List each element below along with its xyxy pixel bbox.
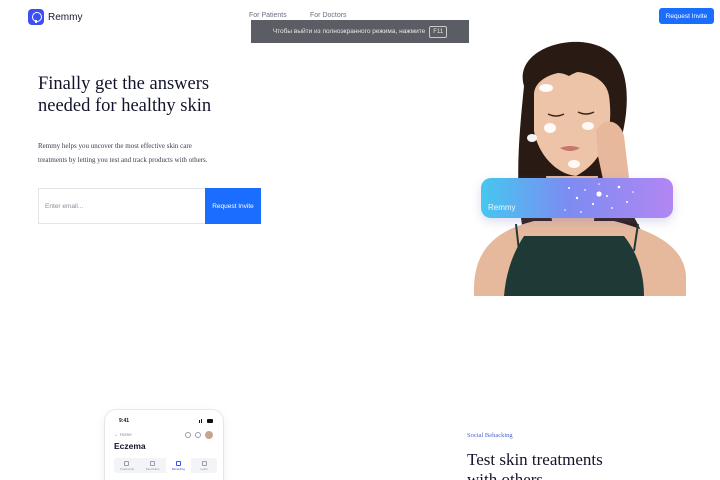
remmy-logo-icon — [28, 9, 44, 25]
phone-back-label: Home — [119, 432, 132, 437]
phone-tab-bar: Treatments Reminders Behacking Learn — [114, 458, 217, 473]
hero-woman-image — [464, 36, 686, 296]
phone-header-icons — [185, 431, 213, 439]
sparkle-dots-icon — [564, 183, 634, 213]
treatments-icon — [124, 460, 130, 466]
section-title-line-2: with others — [467, 470, 544, 480]
hero-title: Finally get the answers needed for healt… — [38, 73, 268, 117]
phone-tab-label: Reminders — [145, 466, 160, 471]
phone-tab-behacking[interactable]: Behacking — [165, 458, 192, 473]
section-title: Test skin treatments with others — [467, 450, 667, 480]
card-logo-label: Remmy — [488, 203, 516, 212]
search-icon[interactable] — [185, 432, 191, 438]
phone-tab-label: Learn — [200, 466, 208, 471]
behacking-icon — [175, 460, 181, 466]
nav-link-for-doctors[interactable]: For Doctors — [310, 12, 347, 19]
fullscreen-notice-text: Чтобы выйти из полноэкранного режима, на… — [272, 28, 426, 35]
phone-status-icons — [199, 419, 213, 423]
phone-back-link[interactable]: ← Home — [114, 432, 132, 437]
section-eyebrow: Social Behacking — [467, 432, 513, 439]
phone-status-time: 9:41 — [119, 418, 130, 424]
phone-page-title: Eczema — [114, 441, 146, 451]
settings-icon[interactable] — [195, 432, 201, 438]
fullscreen-exit-notice: Чтобы выйти из полноэкранного режима, на… — [251, 20, 469, 43]
phone-tab-treatments[interactable]: Treatments — [114, 458, 140, 473]
logo-text: Remmy — [48, 11, 83, 23]
logo[interactable]: Remmy — [28, 9, 82, 25]
request-invite-button-hero[interactable]: Request Invite — [205, 188, 261, 224]
phone-tab-label: Treatments — [119, 466, 134, 471]
phone-tab-reminders[interactable]: Reminders — [140, 458, 166, 473]
phone-tab-label: Behacking — [171, 466, 185, 471]
phone-mockup: 9:41 ← Home Eczema Treatments Reminders … — [104, 409, 224, 480]
woman-illustration — [473, 41, 686, 296]
phone-tab-learn[interactable]: Learn — [191, 458, 217, 473]
hero-title-line-2: needed for healthy skin — [38, 96, 212, 116]
learn-icon — [201, 460, 207, 466]
reminders-icon — [150, 460, 156, 466]
remmy-gradient-card: Remmy — [481, 178, 673, 218]
section-title-line-1: Test skin treatments — [467, 450, 603, 469]
email-input[interactable] — [38, 188, 206, 224]
f11-key-badge: F11 — [429, 25, 448, 38]
hero-title-line-1: Finally get the answers — [38, 74, 210, 94]
avatar[interactable] — [205, 431, 213, 439]
request-invite-button-header[interactable]: Request Invite — [659, 8, 714, 24]
nav-link-for-patients[interactable]: For Patients — [249, 12, 287, 19]
hero-description: Remmy helps you uncover the most effecti… — [38, 142, 208, 164]
